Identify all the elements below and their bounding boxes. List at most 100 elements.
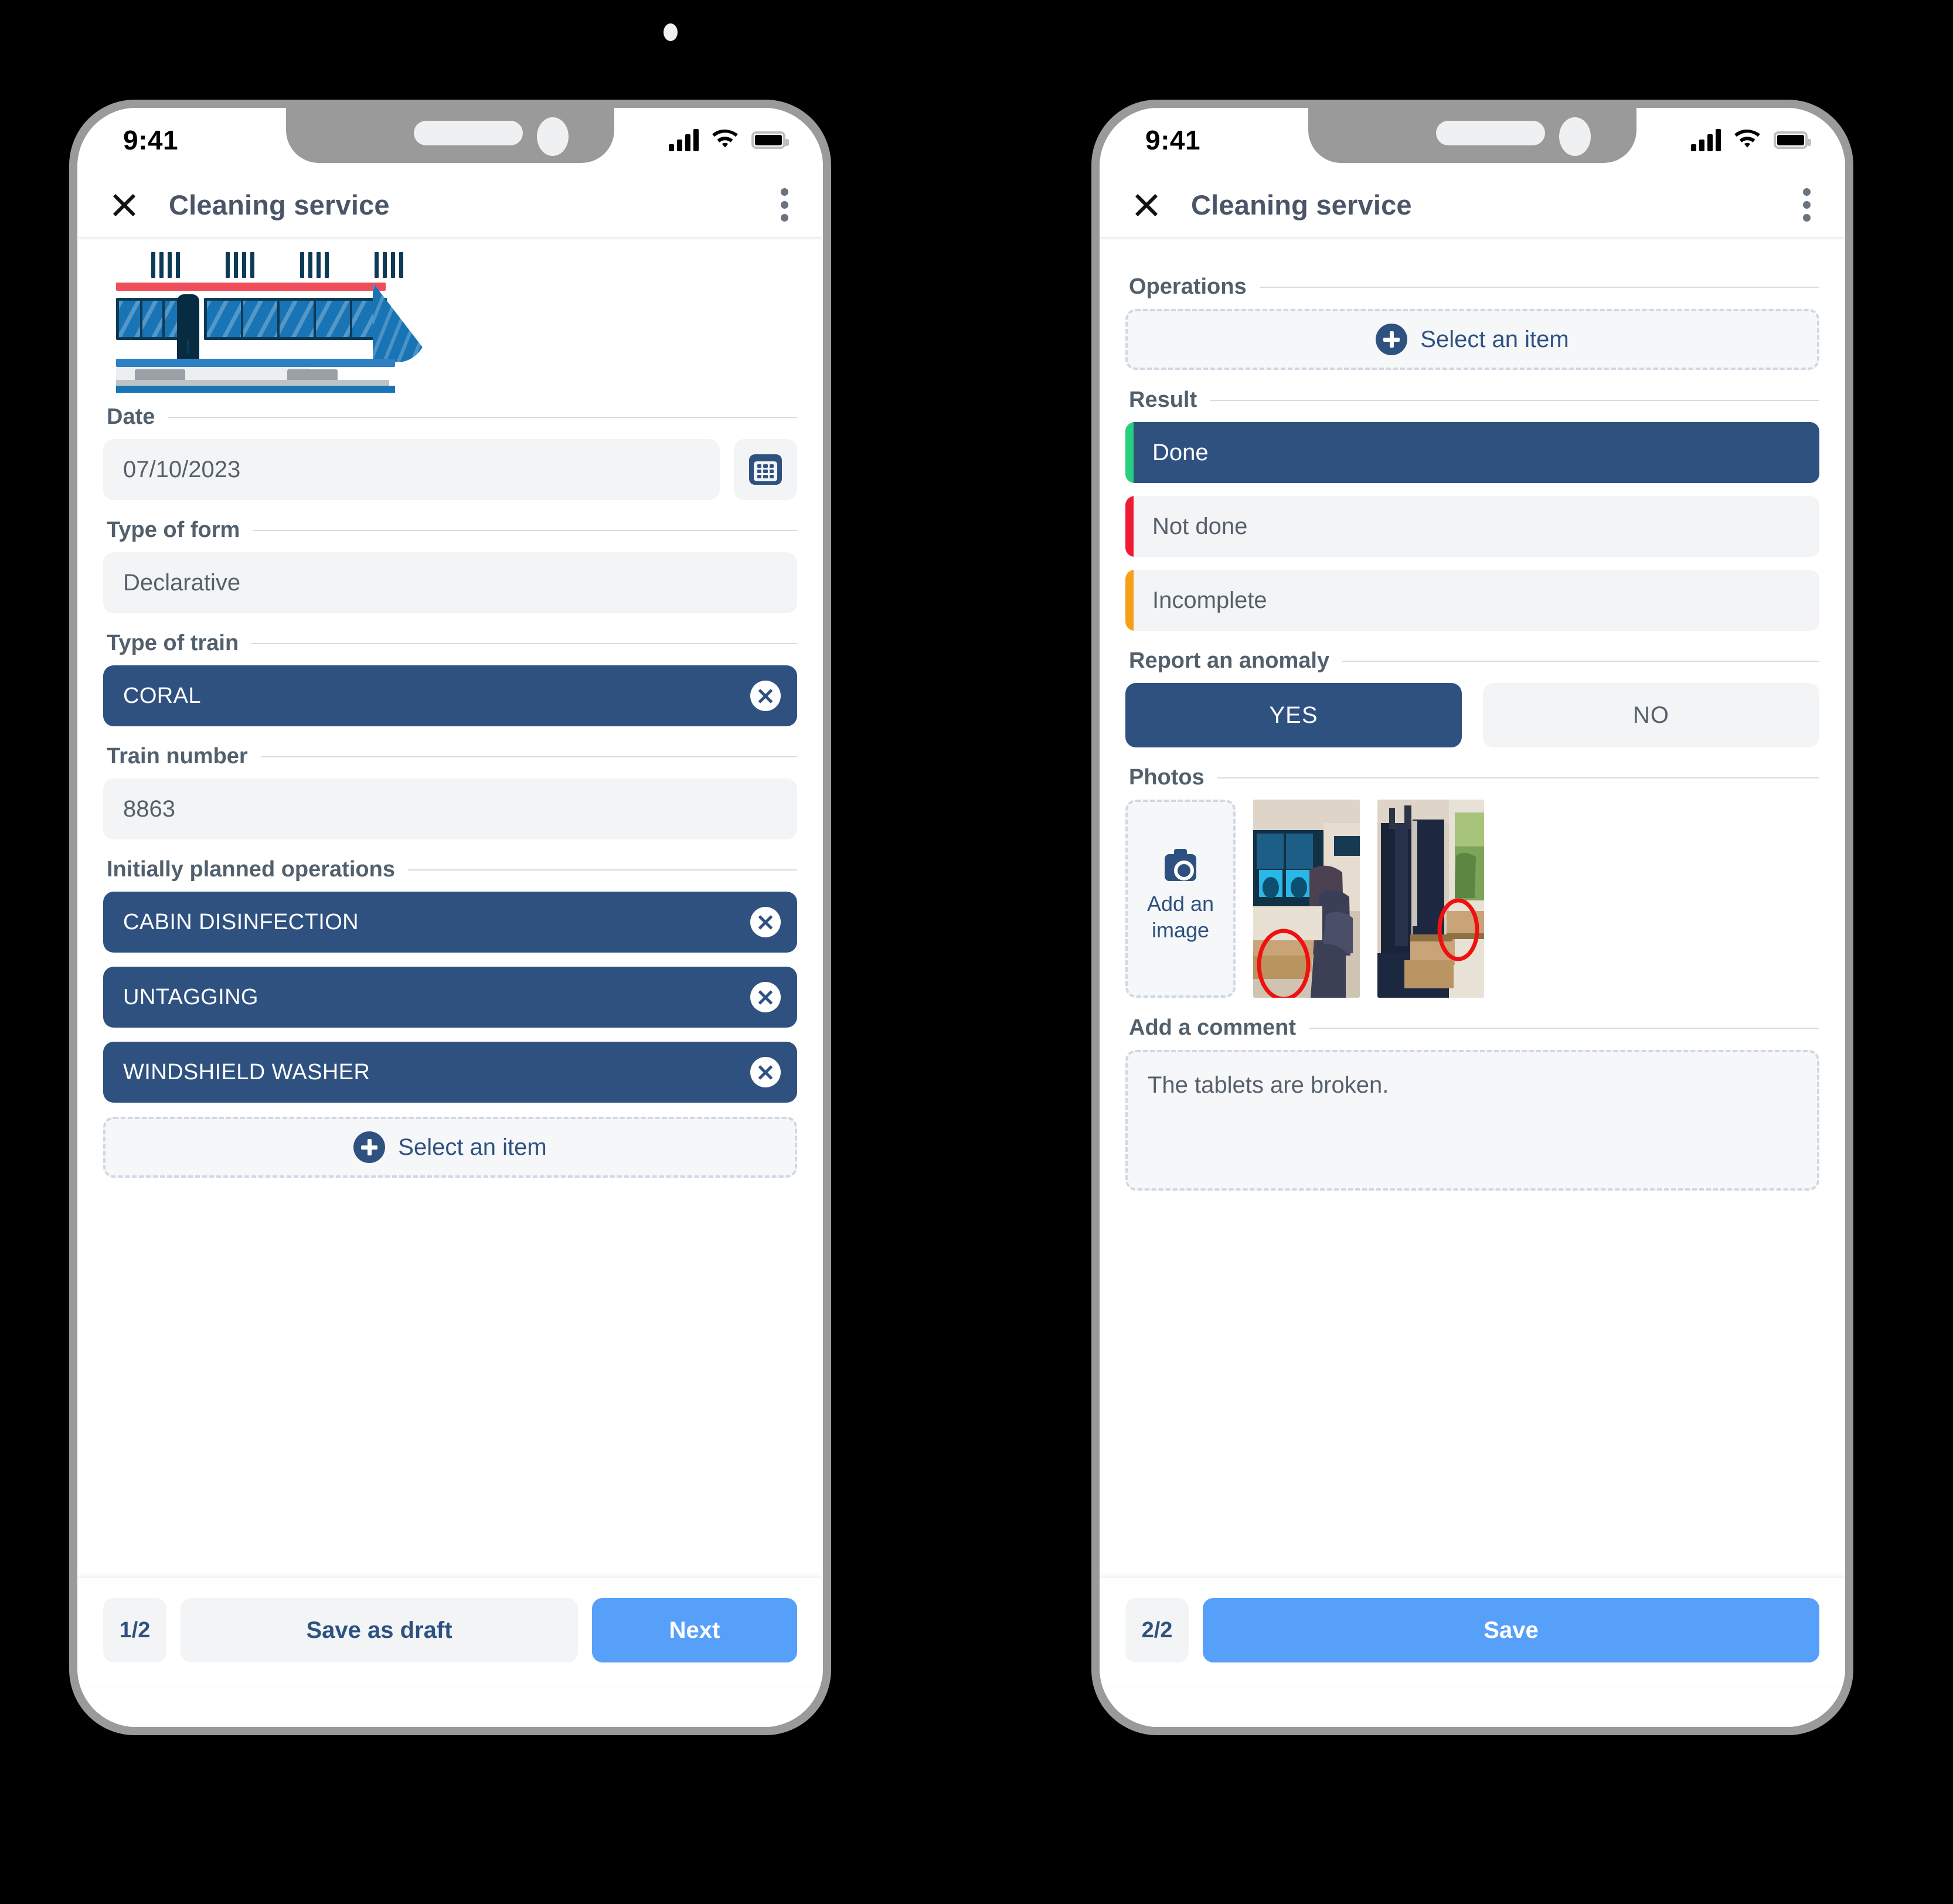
field-label-type-of-train: Type of train (107, 631, 797, 656)
add-image-label-line1: Add an (1146, 892, 1214, 916)
screen-2: 9:41 Cleaning service Operations Select … (1100, 108, 1845, 1727)
add-image-label-line2: image (1151, 918, 1210, 942)
train-red-stripe (116, 283, 386, 291)
screenshot-canvas: 9:41 Cleaning service Date 07/10/2023 Ty… (0, 0, 1953, 1904)
field-label-result: Result (1129, 387, 1819, 413)
home-indicator-area (77, 1686, 823, 1727)
result-option-label: Incomplete (1152, 587, 1267, 613)
select-an-item-label: Select an item (398, 1134, 547, 1160)
remove-chip-icon[interactable] (750, 1057, 781, 1087)
battery-icon (1774, 131, 1811, 149)
label-text: Initially planned operations (107, 857, 395, 882)
add-an-image-button[interactable]: Add an image (1125, 800, 1236, 998)
field-label-operations: Operations (1129, 274, 1819, 300)
field-label-report-an-anomaly: Report an anomaly (1129, 648, 1819, 674)
status-stripe-orange (1125, 570, 1134, 631)
label-text: Train number (107, 744, 248, 769)
page-indicator: 1/2 (103, 1598, 166, 1662)
anomaly-yes-button[interactable]: YES (1125, 683, 1462, 747)
app-bar-left: Cleaning service (77, 172, 823, 237)
save-as-draft-button[interactable]: Save as draft (181, 1598, 578, 1662)
select-an-item-label: Select an item (1420, 326, 1569, 352)
result-option-label: Done (1152, 439, 1209, 465)
form-scroll-area-1[interactable]: Date 07/10/2023 Type of form Declarative (77, 237, 823, 1578)
train-rail-gray (116, 380, 389, 386)
label-text: Type of form (107, 518, 240, 542)
speaker-grille (414, 121, 523, 145)
train-car-windows (116, 298, 387, 340)
remove-chip-icon[interactable] (750, 982, 781, 1012)
status-bar-right: 9:41 (1100, 108, 1845, 172)
close-icon[interactable] (108, 188, 141, 221)
page-indicator: 2/2 (1125, 1598, 1189, 1662)
next-button[interactable]: Next (592, 1598, 797, 1662)
front-camera (537, 117, 569, 156)
signal-bars-icon (669, 129, 699, 151)
label-text: Photos (1129, 765, 1205, 790)
label-text: Operations (1129, 274, 1247, 299)
chip-operation-3[interactable]: WINDSHIELD WASHER (103, 1042, 797, 1103)
status-stripe-green (1125, 422, 1134, 483)
label-text: Result (1129, 387, 1197, 412)
date-input[interactable]: 07/10/2023 (103, 439, 720, 500)
status-time: 9:41 (123, 125, 179, 155)
screen-1: 9:41 Cleaning service Date 07/10/2023 Ty… (77, 108, 823, 1727)
bottom-bar-right: 2/2 Save (1100, 1578, 1845, 1686)
result-option-done[interactable]: Done (1125, 422, 1819, 483)
remove-chip-icon[interactable] (750, 907, 781, 937)
label-text: Type of train (107, 631, 239, 655)
save-button[interactable]: Save (1203, 1598, 1819, 1662)
plus-icon (353, 1131, 386, 1163)
field-label-add-a-comment: Add a comment (1129, 1015, 1819, 1041)
chip-type-of-train[interactable]: CORAL (103, 665, 797, 726)
result-option-label: Not done (1152, 513, 1248, 539)
calendar-button[interactable] (734, 439, 797, 500)
phone-notch (1308, 108, 1636, 163)
app-bar-right: Cleaning service (1100, 172, 1845, 237)
close-icon[interactable] (1130, 188, 1163, 221)
chip-label: UNTAGGING (123, 984, 258, 1009)
chip-operation-2[interactable]: UNTAGGING (103, 967, 797, 1028)
bottom-bar-left: 1/2 Save as draft Next (77, 1578, 823, 1686)
remove-chip-icon[interactable] (750, 681, 781, 711)
status-stripe-red (1125, 496, 1134, 557)
floating-dot-decoration (664, 23, 678, 41)
battery-icon (751, 131, 789, 149)
photos-row: Add an image (1125, 800, 1819, 998)
result-option-not-done[interactable]: Not done (1125, 496, 1819, 557)
chip-label: CORAL (123, 683, 201, 708)
photo-thumbnail-1[interactable] (1253, 800, 1360, 998)
kebab-menu-icon[interactable] (1803, 188, 1815, 222)
chip-operation-1[interactable]: CABIN DISINFECTION (103, 892, 797, 953)
kebab-menu-icon[interactable] (781, 188, 792, 222)
label-text: Report an anomaly (1129, 648, 1330, 673)
field-label-date: Date (107, 404, 797, 430)
form-scroll-area-2[interactable]: Operations Select an item Result Done No… (1100, 237, 1845, 1578)
train-rail-blue (116, 386, 395, 393)
type-of-form-input[interactable]: Declarative (103, 552, 797, 613)
comment-textarea[interactable]: The tablets are broken. (1125, 1050, 1819, 1191)
chip-label: WINDSHIELD WASHER (123, 1059, 370, 1084)
select-an-item-button-2[interactable]: Select an item (1125, 309, 1819, 370)
field-label-initially-planned-operations: Initially planned operations (107, 857, 797, 882)
date-field-row: 07/10/2023 (103, 439, 797, 500)
page-title: Cleaning service (1191, 189, 1412, 220)
result-option-incomplete[interactable]: Incomplete (1125, 570, 1819, 631)
anomaly-no-button[interactable]: NO (1483, 683, 1819, 747)
pantograph-group (151, 252, 403, 278)
train-illustration (111, 252, 805, 393)
train-number-input[interactable]: 8863 (103, 778, 797, 839)
field-label-photos: Photos (1129, 765, 1819, 790)
phone-mockup-right: 9:41 Cleaning service Operations Select … (1091, 100, 1853, 1735)
status-bar-left: 9:41 (77, 108, 823, 172)
signal-bars-icon (1691, 129, 1721, 151)
anomaly-toggle-group: YES NO (1125, 683, 1819, 747)
speaker-grille (1436, 121, 1545, 145)
train-nose (373, 283, 427, 362)
photo-thumbnail-2[interactable] (1377, 800, 1484, 998)
field-label-type-of-form: Type of form (107, 518, 797, 543)
select-an-item-button-1[interactable]: Select an item (103, 1117, 797, 1178)
label-text: Add a comment (1129, 1015, 1297, 1040)
phone-notch (286, 108, 614, 163)
wifi-icon (1734, 130, 1760, 148)
